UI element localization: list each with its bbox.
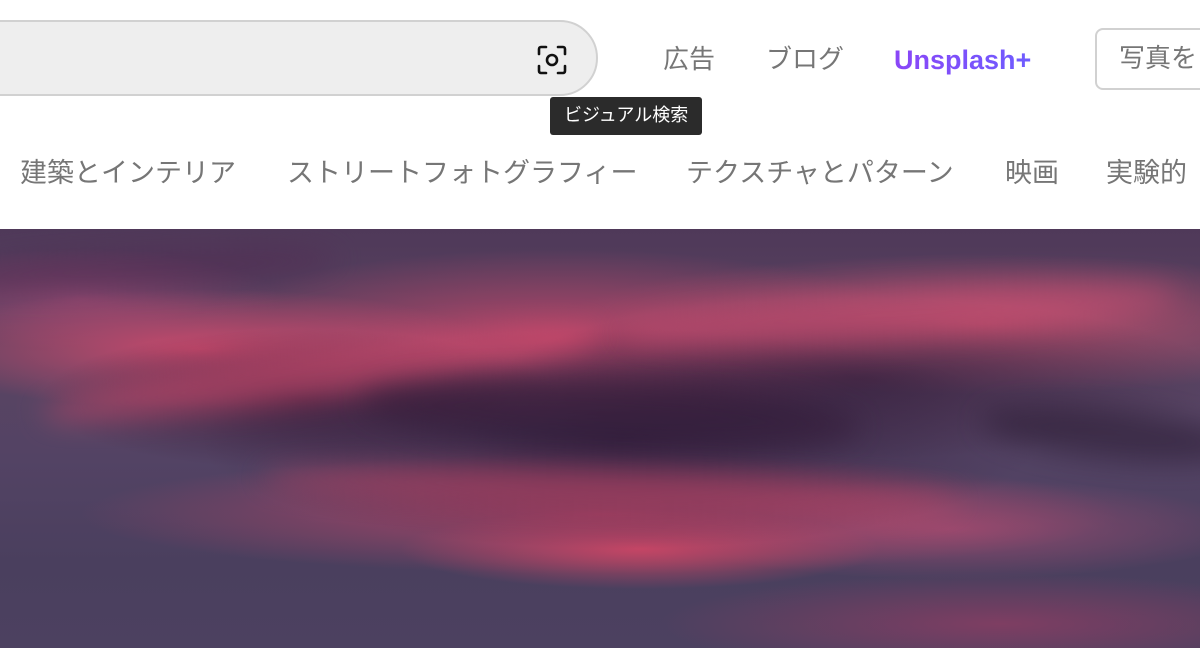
hero-image[interactable] bbox=[0, 229, 1200, 648]
visual-search-tooltip: ビジュアル検索 bbox=[550, 97, 703, 135]
visual-search-icon bbox=[536, 44, 568, 76]
topic-film[interactable]: 映画 bbox=[1005, 154, 1059, 194]
header: ビジュアル検索 広告 ブログ Unsplash+ 写真を bbox=[0, 0, 1200, 135]
cloud-shape bbox=[978, 395, 1200, 473]
visual-search-button[interactable] bbox=[532, 40, 572, 80]
topic-experimental[interactable]: 実験的 bbox=[1106, 154, 1187, 194]
cloud-shape bbox=[618, 269, 1182, 359]
cloud-shape bbox=[0, 238, 341, 300]
page: ビジュアル検索 広告 ブログ Unsplash+ 写真を 建築とインテリア スト… bbox=[0, 0, 1200, 648]
topic-architecture-interior[interactable]: 建築とインテリア bbox=[20, 154, 236, 194]
topic-street-photography[interactable]: ストリートフォトグラフィー bbox=[287, 154, 637, 194]
nav-ad-link[interactable]: 広告 bbox=[663, 40, 715, 80]
nav-blog-link[interactable]: ブログ bbox=[766, 40, 844, 80]
cloud-shape bbox=[259, 456, 961, 522]
nav-unsplash-plus-link[interactable]: Unsplash+ bbox=[894, 40, 1031, 80]
submit-photo-button[interactable]: 写真を bbox=[1095, 28, 1200, 90]
topic-nav: 建築とインテリア ストリートフォトグラフィー テクスチャとパターン 映画 実験的 bbox=[0, 136, 1200, 212]
search-bar[interactable] bbox=[0, 20, 598, 96]
cloud-shape bbox=[358, 365, 862, 463]
topic-textures-patterns[interactable]: テクスチャとパターン bbox=[686, 154, 954, 194]
